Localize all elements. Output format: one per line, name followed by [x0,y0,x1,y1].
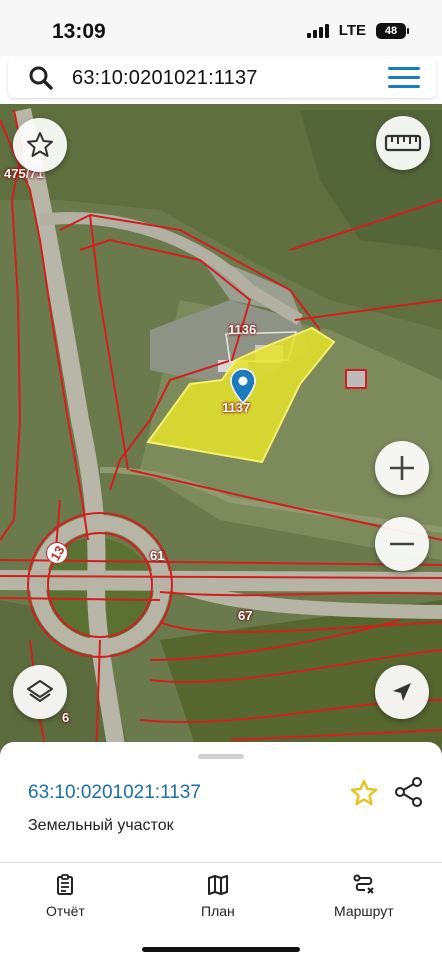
status-time: 13:09 [52,20,106,43]
bottom-tab-bar: Отчёт План Маршрут [0,862,442,960]
layers-button[interactable] [13,665,67,719]
tab-route-label: Маршрут [334,903,394,919]
tab-plan[interactable]: План [201,873,235,919]
map-plan-icon [207,875,228,895]
tab-route[interactable]: Маршрут [334,873,394,919]
location-pin-icon [230,368,256,404]
minus-icon [390,542,414,546]
menu-icon[interactable] [388,67,420,89]
search-icon[interactable] [28,65,54,91]
tab-report-label: Отчёт [46,903,85,919]
network-type: LTE [338,22,366,39]
route-icon [353,874,374,894]
parcel-number: 63:10:0201021:1137 [28,782,201,803]
satellite-map [0,104,442,760]
layers-icon [27,680,53,702]
signal-icon [306,23,329,38]
tab-plan-label: План [201,903,235,919]
search-bar[interactable]: 63:10:0201021:1137 [8,58,436,98]
plus-icon [390,456,414,480]
battery-icon: 48 [376,22,409,39]
star-favorite-icon[interactable] [349,778,379,808]
home-indicator[interactable] [142,947,300,952]
map-view[interactable]: 475/71 1136 1137 13 61 67 6 [0,104,442,760]
zoom-in-button[interactable] [375,441,429,495]
share-icon[interactable] [393,776,425,808]
road-number-label: 61 [150,548,165,563]
battery-level: 48 [384,24,398,37]
star-outline-icon [27,132,53,157]
favorite-button[interactable] [13,118,67,172]
ruler-button[interactable] [376,116,430,170]
ruler-icon [384,134,422,152]
status-indicators: LTE 48 [306,22,409,39]
tab-report[interactable]: Отчёт [46,873,85,919]
search-input[interactable]: 63:10:0201021:1137 [72,67,258,90]
parcel-label: 1136 [228,322,257,337]
navigation-arrow-icon [393,683,411,701]
road-number-label: 6 [62,710,70,725]
my-location-button[interactable] [375,665,429,719]
road-number-label: 67 [238,608,253,623]
sheet-drag-handle[interactable] [198,754,244,759]
parcel-type: Земельный участок [28,817,174,834]
zoom-out-button[interactable] [375,517,429,571]
status-bar: 13:09 LTE 48 [0,0,442,56]
report-icon [57,874,74,895]
